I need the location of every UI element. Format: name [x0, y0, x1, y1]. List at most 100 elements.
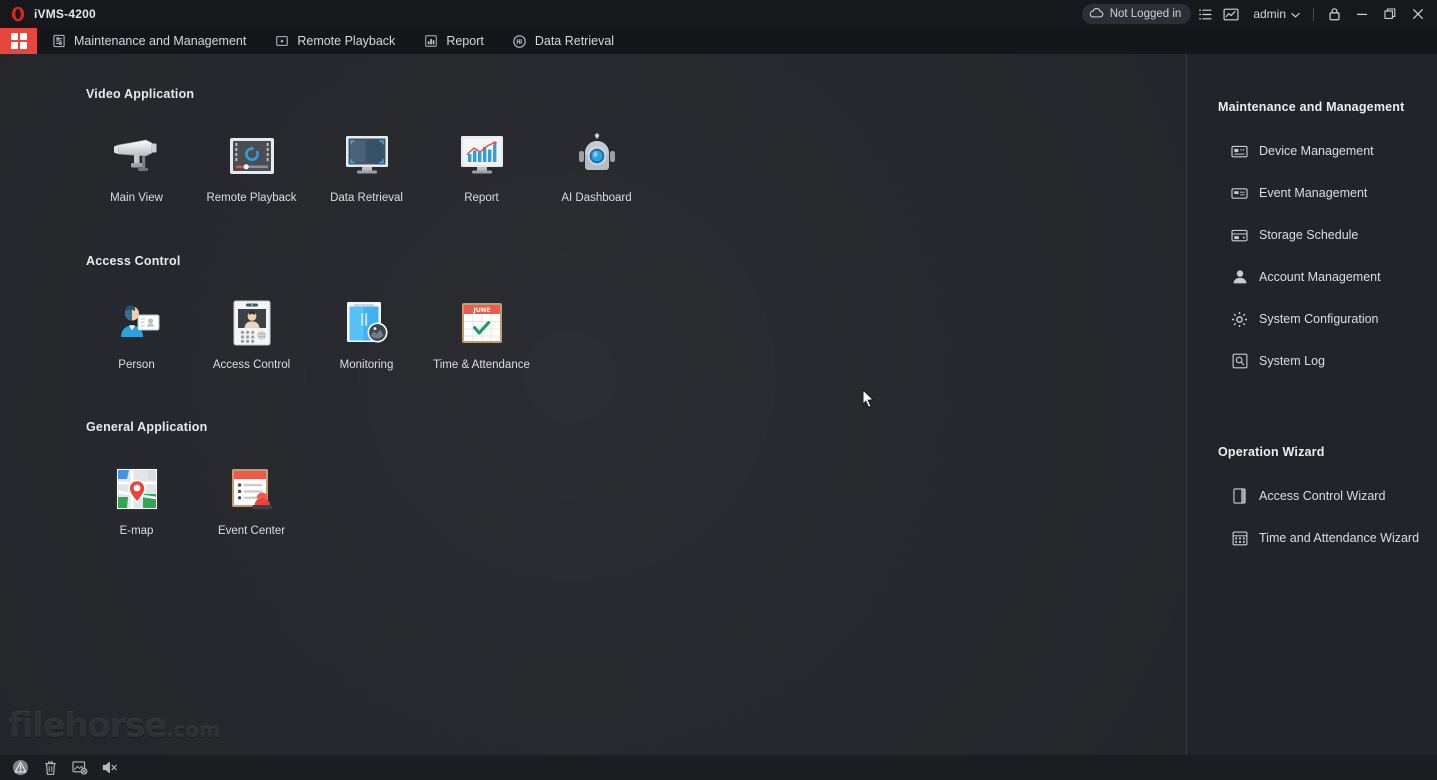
- bg-ring: [359, 141, 829, 611]
- watermark-text: filehorse: [8, 706, 166, 746]
- tile-remote-playback[interactable]: Remote Playback: [194, 129, 309, 204]
- tile-label: Person: [118, 359, 154, 371]
- section-access-control: Access Control: [86, 254, 539, 371]
- tile-label: Event Center: [218, 525, 285, 537]
- tile-data-retrieval[interactable]: Data Retrieval: [309, 129, 424, 204]
- sidebar-item-label: Time and Attendance Wizard: [1259, 531, 1419, 545]
- tile-e-map[interactable]: E-map: [79, 462, 194, 537]
- account-icon: [1231, 269, 1248, 286]
- calendar-check-icon: JUNE: [455, 296, 509, 350]
- apps-grid-icon[interactable]: [0, 28, 37, 54]
- door-wizard-icon: [1231, 488, 1248, 505]
- tile-monitoring[interactable]: Monitoring: [309, 296, 424, 371]
- section-title: General Application: [86, 420, 309, 434]
- report-bar-icon: [423, 34, 438, 49]
- menu-label: Maintenance and Management: [74, 34, 246, 48]
- playback-screen-icon: [225, 129, 279, 183]
- door-monitor-icon: [340, 296, 394, 350]
- tile-row: Person: [79, 296, 539, 371]
- tile-label: Monitoring: [340, 359, 394, 371]
- brand: iVMS-4200: [0, 6, 96, 22]
- sidebar-item-label: Event Management: [1259, 186, 1367, 200]
- sidebar-item-event-management[interactable]: Event Management: [1187, 172, 1437, 214]
- lock-icon[interactable]: [1321, 2, 1347, 26]
- status-bar: [0, 755, 1437, 780]
- tile-time-attendance[interactable]: JUNE Time & Attendance: [424, 296, 539, 371]
- window-title: iVMS-4200: [34, 7, 96, 21]
- menu-item-maintenance-and-management[interactable]: Maintenance and Management: [37, 28, 260, 54]
- sidebar-item-device-management[interactable]: Device Management: [1187, 130, 1437, 172]
- titlebar-divider: [1313, 8, 1314, 21]
- main-content: Video Application: [0, 54, 1187, 755]
- hikvision-logo-icon: [10, 6, 26, 22]
- tile-label: Remote Playback: [206, 192, 296, 204]
- tile-person[interactable]: Person: [79, 296, 194, 371]
- section-title: Access Control: [86, 254, 539, 268]
- section-video-application: Video Application: [86, 87, 654, 204]
- tile-access-control[interactable]: Access Control: [194, 296, 309, 371]
- menu-label: Remote Playback: [297, 34, 395, 48]
- alarm-warning-icon[interactable]: [10, 758, 30, 778]
- maintenance-icon: [51, 34, 66, 49]
- close-icon[interactable]: [1405, 2, 1431, 26]
- tile-main-view[interactable]: Main View: [79, 129, 194, 204]
- tile-label: E-map: [120, 525, 154, 537]
- chart-window-icon[interactable]: [1219, 2, 1243, 26]
- tile-event-center[interactable]: Event Center: [194, 462, 309, 537]
- storage-icon: [1231, 227, 1248, 244]
- section-title: Video Application: [86, 87, 654, 101]
- apps-grid-glyph: [11, 33, 27, 49]
- gear-icon: [1231, 311, 1248, 328]
- playback-icon: [274, 34, 289, 49]
- sidebar-item-access-control-wizard[interactable]: Access Control Wizard: [1187, 475, 1437, 517]
- sidebar-item-label: Storage Schedule: [1259, 228, 1358, 242]
- tile-label: Time & Attendance: [433, 359, 530, 371]
- trash-icon[interactable]: [40, 758, 60, 778]
- maximize-restore-icon[interactable]: [1377, 2, 1403, 26]
- menu-item-data-retrieval[interactable]: Data Retrieval: [498, 28, 628, 54]
- monitor-search-icon: [340, 129, 394, 183]
- monitor-chart-icon: [455, 129, 509, 183]
- menu-label: Report: [446, 34, 484, 48]
- calendar-wizard-icon: [1231, 530, 1248, 547]
- sidebar-item-account-management[interactable]: Account Management: [1187, 256, 1437, 298]
- sidebar-item-time-and-attendance-wizard[interactable]: Time and Attendance Wizard: [1187, 517, 1437, 559]
- menu-item-remote-playback[interactable]: Remote Playback: [260, 28, 409, 54]
- right-panel: Maintenance and Management Device Manage…: [1187, 54, 1437, 755]
- image-off-icon[interactable]: [70, 758, 90, 778]
- map-pin-icon: [110, 462, 164, 516]
- minimize-icon[interactable]: [1349, 2, 1375, 26]
- tile-label: Main View: [110, 192, 163, 204]
- data-retrieval-icon: [512, 34, 527, 49]
- application-window: iVMS-4200 Not Logged in: [0, 0, 1437, 780]
- person-card-icon: [110, 296, 164, 350]
- tile-label: AI Dashboard: [561, 192, 631, 204]
- event-icon: [1231, 185, 1248, 202]
- camera-icon: [110, 129, 164, 183]
- tile-ai-dashboard[interactable]: AI Dashboard: [539, 129, 654, 204]
- watermark-suffix: .com: [166, 718, 220, 742]
- sidebar-item-label: System Configuration: [1259, 312, 1379, 326]
- menu-item-report[interactable]: Report: [409, 28, 498, 54]
- mute-icon[interactable]: [100, 758, 120, 778]
- group-title: Operation Wizard: [1187, 445, 1437, 475]
- sidebar-item-label: Access Control Wizard: [1259, 489, 1385, 503]
- menu-label: Data Retrieval: [535, 34, 614, 48]
- tile-row: E-map: [79, 462, 309, 537]
- mouse-cursor: [862, 389, 875, 413]
- sidebar-item-system-configuration[interactable]: System Configuration: [1187, 298, 1437, 340]
- sidebar-item-storage-schedule[interactable]: Storage Schedule: [1187, 214, 1437, 256]
- list-icon[interactable]: [1193, 2, 1217, 26]
- login-status-button[interactable]: Not Logged in: [1082, 4, 1192, 24]
- user-name-label: admin: [1253, 7, 1286, 21]
- right-panel-group-maintenance: Maintenance and Management Device Manage…: [1187, 54, 1437, 382]
- tile-report[interactable]: Report: [424, 129, 539, 204]
- right-panel-group-operation-wizard: Operation Wizard Access Control Wizard: [1187, 445, 1437, 559]
- user-menu[interactable]: admin: [1245, 2, 1306, 26]
- tile-label: Access Control: [213, 359, 290, 371]
- title-bar: iVMS-4200 Not Logged in: [0, 0, 1437, 28]
- sidebar-item-system-log[interactable]: System Log: [1187, 340, 1437, 382]
- menu-bar: Maintenance and Management Remote Playba…: [0, 28, 1437, 54]
- sidebar-item-label: Device Management: [1259, 144, 1374, 158]
- sidebar-item-label: System Log: [1259, 354, 1325, 368]
